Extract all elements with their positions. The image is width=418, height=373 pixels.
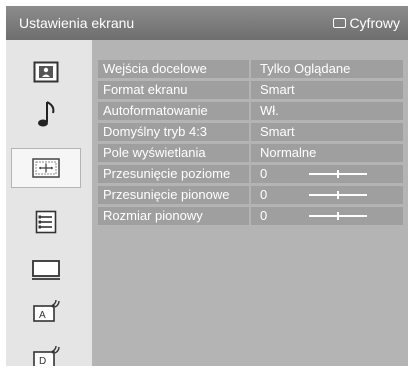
menu-row-value: 0 <box>251 186 403 204</box>
sidebar-item-features[interactable] <box>11 202 81 242</box>
svg-text:A: A <box>39 310 46 321</box>
menu-row-value: Tylko Oglądane <box>251 60 403 78</box>
tv-menu-window: Ustawienia ekranu Cyfrowy A D Wejścia do… <box>6 6 408 366</box>
menu-row-value-text: 0 <box>260 187 268 202</box>
digital-setup-icon: D <box>33 345 60 366</box>
slider-thumb[interactable] <box>337 170 339 178</box>
source-indicator: Cyfrowy <box>333 15 400 31</box>
menu-row-label: Wejścia docelowe <box>98 60 249 78</box>
menu-row-value-text: 0 <box>260 208 268 223</box>
features-list-icon <box>35 210 57 234</box>
menu-row-label: Format ekranu <box>98 81 249 99</box>
settings-panel: Wejścia docelowe Tylko Oglądane Format e… <box>92 40 408 366</box>
menu-row-screen-format[interactable]: Format ekranu Smart <box>98 81 403 99</box>
monitor-icon <box>32 260 60 280</box>
menu-row-label: Autoformatowanie <box>98 102 249 120</box>
menu-row-label: Domyślny tryb 4:3 <box>98 123 249 141</box>
svg-text:D: D <box>39 356 46 366</box>
tv-screen-icon <box>333 18 347 28</box>
sidebar-item-analog[interactable]: A <box>11 292 81 332</box>
menu-row-label: Przesunięcie poziome <box>98 165 249 183</box>
menu-row-horizontal-shift[interactable]: Przesunięcie poziome 0 <box>98 165 403 183</box>
screen-settings-icon <box>32 158 60 178</box>
horizontal-shift-slider[interactable] <box>309 170 367 178</box>
source-label: Cyfrowy <box>349 15 400 31</box>
sidebar-item-setup[interactable] <box>11 250 81 290</box>
menu-row-auto-format[interactable]: Autoformatowanie Wł. <box>98 102 403 120</box>
menu-row-display-area[interactable]: Pole wyświetlania Normalne <box>98 144 403 162</box>
vertical-shift-slider[interactable] <box>309 191 367 199</box>
sidebar-item-sound[interactable] <box>11 94 81 134</box>
slider-thumb[interactable] <box>337 191 339 199</box>
menu-row-vertical-size[interactable]: Rozmiar pionowy 0 <box>98 207 403 225</box>
sidebar-item-screen[interactable] <box>11 148 81 188</box>
sidebar-item-digital[interactable]: D <box>11 338 81 366</box>
menu-row-value: Wł. <box>251 102 403 120</box>
menu-row-default-4-3[interactable]: Domyślny tryb 4:3 Smart <box>98 123 403 141</box>
menu-row-value-text: 0 <box>260 166 268 181</box>
menu-row-value: 0 <box>251 207 403 225</box>
title-bar: Ustawienia ekranu Cyfrowy <box>6 6 408 40</box>
menu-row-label: Pole wyświetlania <box>98 144 249 162</box>
menu-row-value: Normalne <box>251 144 403 162</box>
menu-row-label: Przesunięcie pionowe <box>98 186 249 204</box>
music-note-icon <box>38 101 55 127</box>
menu-row-target-inputs[interactable]: Wejścia docelowe Tylko Oglądane <box>98 60 403 78</box>
menu-row-label: Rozmiar pionowy <box>98 207 249 225</box>
slider-thumb[interactable] <box>337 212 339 220</box>
menu-title: Ustawienia ekranu <box>19 15 135 31</box>
picture-icon <box>33 61 59 83</box>
menu-row-value: Smart <box>251 81 403 99</box>
menu-row-value: 0 <box>251 165 403 183</box>
menu-row-value: Smart <box>251 123 403 141</box>
vertical-size-slider[interactable] <box>309 212 367 220</box>
sidebar: A D <box>6 40 86 366</box>
sidebar-item-picture[interactable] <box>11 52 81 92</box>
menu-row-vertical-shift[interactable]: Przesunięcie pionowe 0 <box>98 186 403 204</box>
analog-setup-icon: A <box>33 299 60 322</box>
